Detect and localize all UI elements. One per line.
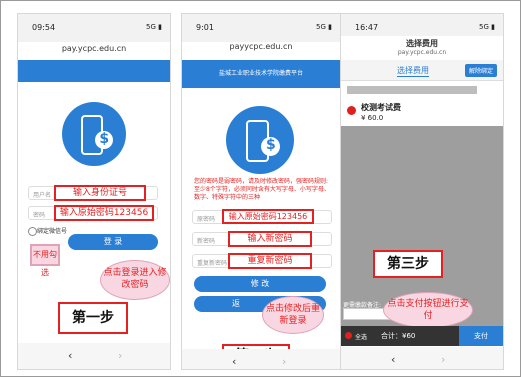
status-time: 09:54 — [32, 23, 56, 32]
login-button[interactable]: 登 录 — [68, 234, 158, 250]
phone-select-fee: 16:47 5G ▮ 选择费用 pay.ycpc.edu.cn 选择费用 解除绑… — [340, 13, 504, 370]
masked-info-bar — [347, 86, 477, 94]
back-icon[interactable]: ‹ — [391, 353, 395, 366]
tab-select-fee[interactable]: 选择费用 — [397, 65, 429, 77]
bind-wechat-label: 绑定微信号 — [37, 228, 68, 235]
total-amount: 合计：¥60 — [381, 332, 416, 340]
weak-password-notice: 您的密码是弱密码，请及时修改密码，强密码规则:至少8个字符，必须同时含有大写字母… — [194, 178, 330, 201]
fee-checkbox[interactable] — [347, 106, 356, 115]
fee-amount: ¥ 60.0 — [361, 114, 384, 122]
new-password-label: 新密码 — [197, 238, 216, 245]
password-hint: 输入原始密码123456 — [54, 205, 154, 221]
status-bar: 9:01 5G ▮ — [182, 14, 340, 42]
browser-nav-bar: ‹ › — [182, 349, 340, 369]
back-icon[interactable]: ‹ — [232, 355, 236, 368]
forward-icon[interactable]: › — [282, 355, 286, 368]
pay-button[interactable]: 支付 — [459, 326, 503, 346]
signal-battery-icon: 5G ▮ — [146, 23, 162, 31]
forward-icon[interactable]: › — [441, 353, 445, 366]
phone-login: 09:54 5G ▮ pay.ycpc.edu.cn $ 用户名 输入身份证号 … — [17, 13, 171, 370]
signal-battery-icon: 5G ▮ — [316, 23, 332, 31]
pay-tip-bubble: 点击支付按钮进行支付 — [383, 292, 473, 328]
browser-nav-bar: ‹ › — [341, 347, 503, 369]
modify-button[interactable]: 修 改 — [194, 276, 326, 292]
new-password-hint: 输入新密码 — [228, 231, 312, 247]
payment-logo-icon: $ — [62, 102, 126, 166]
select-all-label: 全选 — [355, 334, 368, 341]
tab-bar: 选择费用 解除绑定 — [341, 60, 503, 81]
browser-nav-bar: ‹ › — [18, 343, 170, 369]
back-icon[interactable]: ‹ — [68, 349, 72, 362]
fee-name: 校测考试费 — [361, 103, 401, 112]
unbind-button[interactable]: 解除绑定 — [464, 64, 497, 77]
original-password-hint: 输入原始密码123456 — [222, 209, 314, 224]
url-bar[interactable]: pay.ycpc.edu.cn — [341, 49, 503, 56]
no-check-note: 不用勾选 — [30, 244, 60, 277]
url-bar[interactable]: pay.ycpc.edu.cn — [18, 44, 170, 53]
forward-icon[interactable]: › — [118, 349, 122, 362]
status-time: 9:01 — [196, 23, 214, 32]
pay-bar: 全选 合计：¥60 支付 — [341, 326, 503, 346]
page-title: 选择费用 — [406, 39, 438, 48]
status-bar: 16:47 5G ▮ — [341, 14, 503, 36]
modify-tip-bubble: 点击修改后重新登录 — [262, 296, 324, 334]
repeat-password-label: 重复新密码 — [197, 260, 228, 267]
step-one-label: 第一步 — [58, 302, 128, 334]
header-banner: 盐城工业职业技术学院缴费平台 — [182, 60, 340, 88]
bind-wechat-checkbox[interactable] — [28, 227, 37, 236]
status-time: 16:47 — [355, 23, 379, 32]
step-three-label: 第三步 — [373, 250, 443, 278]
select-all-checkbox[interactable] — [345, 332, 352, 339]
signal-battery-icon: 5G ▮ — [479, 23, 495, 31]
status-bar: 09:54 5G ▮ — [18, 14, 170, 42]
login-tip-bubble: 点击登录进入修改密码 — [100, 260, 170, 300]
repeat-password-hint: 重复新密码 — [228, 253, 312, 269]
username-hint: 输入身份证号 — [54, 185, 146, 201]
payment-logo-icon: $ — [226, 106, 294, 174]
original-password-label: 原密码 — [197, 216, 216, 223]
header-banner — [18, 60, 170, 82]
url-bar[interactable]: payycpc.edu.cn — [182, 42, 340, 51]
phone-change-password: 9:01 5G ▮ payycpc.edu.cn 盐城工业职业技术学院缴费平台 … — [181, 13, 341, 370]
